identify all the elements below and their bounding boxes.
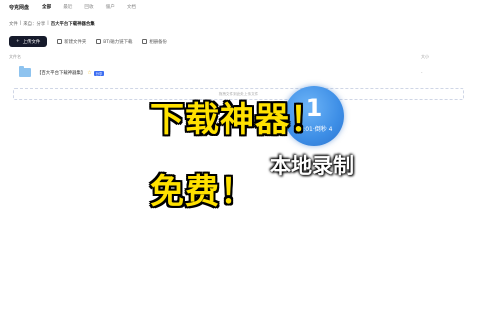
link-icon — [96, 39, 102, 44]
file-name[interactable]: 【百大平台下载神器集】 — [37, 70, 85, 76]
file-name-cell[interactable]: 【百大平台下载神器集】 ☆ 分享 — [37, 70, 105, 76]
breadcrumb-separator: | — [47, 21, 49, 26]
photo-backup-button[interactable]: 相册备份 — [142, 39, 167, 45]
new-folder-label: 新建文件夹 — [64, 39, 87, 45]
column-name-header[interactable]: 文件名 — [9, 54, 21, 59]
caption-free: 免费！ — [150, 172, 255, 212]
upload-button[interactable]: + 上传文件 — [9, 36, 48, 47]
nav-account[interactable]: 僵户 — [106, 4, 115, 10]
local-recording-label: 本地录制 — [270, 154, 354, 178]
folder-plus-icon — [57, 39, 63, 44]
nav-recent[interactable]: 最近 — [63, 4, 72, 10]
column-size-header[interactable]: 大小 — [421, 54, 429, 60]
toolbar: + 上传文件 新建文件夹 BT/磁力链下载 相册备份 — [9, 36, 167, 47]
breadcrumb-separator: | — [19, 21, 22, 26]
share-tag: 分享 — [93, 70, 105, 76]
photo-backup-label: 相册备份 — [149, 39, 167, 45]
new-folder-button[interactable]: 新建文件夹 — [57, 39, 86, 45]
breadcrumb: 文件 | 来自：分享 | 百大平台下载神器合集 — [9, 21, 95, 27]
app-logo: 夸克网盘 — [9, 5, 30, 11]
file-size-cell: - — [421, 70, 423, 75]
table-row[interactable]: 【百大平台下载神器集】 ☆ 分享 - — [9, 63, 471, 83]
breadcrumb-share[interactable]: 来自：分享 — [23, 21, 45, 27]
star-icon[interactable]: ☆ — [87, 70, 91, 76]
nav-recycle[interactable]: 回收 — [84, 4, 93, 10]
top-bar: 夸克网盘 全部 最近 回收 僵户 文档 — [0, 0, 480, 16]
folder-icon — [19, 66, 31, 77]
table-header: 文件名 大小 — [9, 54, 471, 60]
breadcrumb-current: 百大平台下载神器合集 — [50, 22, 95, 27]
breadcrumb-root[interactable]: 文件 — [9, 21, 18, 27]
nav-all[interactable]: 全部 — [42, 4, 51, 10]
image-icon — [142, 39, 148, 44]
offline-download-label: BT/磁力链下载 — [103, 39, 133, 45]
offline-download-button[interactable]: BT/磁力链下载 — [96, 39, 132, 45]
main-nav: 全部 最近 回收 僵户 文档 — [42, 4, 136, 10]
nav-docs[interactable]: 文档 — [127, 4, 136, 10]
plus-icon: + — [16, 39, 20, 44]
upload-button-label: 上传文件 — [22, 39, 41, 45]
caption-headline: 下载神器！ — [150, 100, 325, 140]
